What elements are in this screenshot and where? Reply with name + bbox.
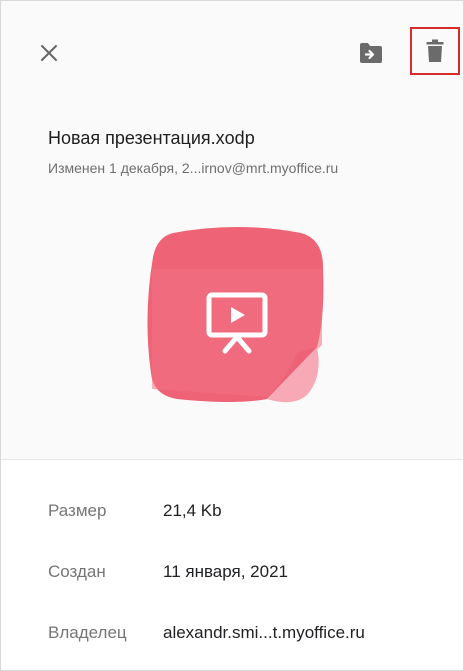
toolbar [1,1,463,101]
file-thumbnail [147,227,327,407]
file-info-panel: Новая презентация.xodp Изменен 1 декабря… [0,0,464,671]
presentation-file-icon [147,227,324,403]
move-to-folder-button[interactable] [351,33,391,73]
file-modified-info: Изменен 1 декабря, 2...irnov@mrt.myoffic… [48,160,339,176]
delete-button[interactable] [410,27,460,75]
owner-label: Владелец [48,623,127,642]
detail-row-created: Создан 11 января, 2021 [1,552,463,592]
size-label: Размер [48,501,107,520]
detail-row-size: Размер 21,4 Kb [1,491,463,531]
close-icon [41,45,57,61]
size-value: 21,4 Kb [163,501,222,520]
close-button[interactable] [29,33,69,73]
trash-icon [426,39,444,62]
detail-row-owner: Владелец alexandr.smi...t.myoffice.ru [1,613,463,653]
file-preview-section: Новая презентация.xodp Изменен 1 декабря… [1,1,463,460]
created-label: Создан [48,562,106,581]
owner-value: alexandr.smi...t.myoffice.ru [163,623,365,642]
folder-move-icon [360,43,382,63]
file-name: Новая презентация.xodp [48,128,255,148]
created-value: 11 января, 2021 [163,562,288,581]
